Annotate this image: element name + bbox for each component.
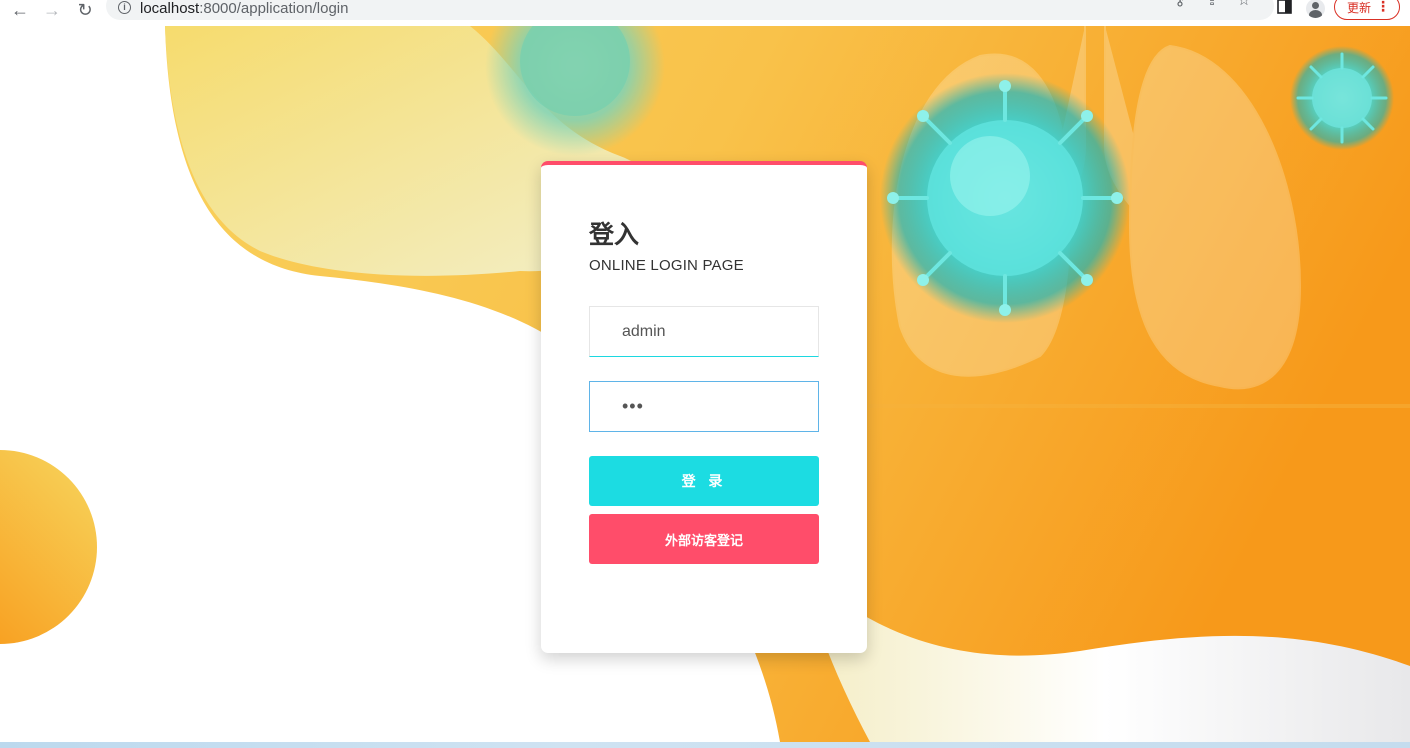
forward-arrow-icon[interactable]: → — [41, 0, 63, 20]
share-icon[interactable]: ⇪ — [1202, 0, 1222, 10]
back-arrow-icon[interactable]: ← — [9, 0, 31, 20]
site-info-icon[interactable]: i — [118, 1, 131, 14]
login-card: 登入 ONLINE LOGIN PAGE 登 录 外部访客登记 — [541, 161, 867, 653]
update-button[interactable]: 更新 ⋮ — [1334, 0, 1400, 20]
virus-large-icon — [880, 73, 1130, 323]
side-panel-icon[interactable] — [1274, 0, 1294, 17]
key-icon[interactable]: ⚷ — [1170, 0, 1190, 10]
virus-small-icon — [1290, 46, 1394, 150]
browser-toolbar: ← → ↻ i localhost:8000/application/login… — [0, 0, 1410, 26]
taskbar-strip — [0, 742, 1410, 748]
url-path: :8000/application/login — [199, 0, 349, 17]
reload-icon[interactable]: ↻ — [74, 0, 96, 20]
login-title: 登入 — [589, 220, 640, 249]
url-text[interactable]: localhost:8000/application/login — [140, 0, 349, 17]
username-input[interactable] — [589, 306, 819, 357]
menu-dots-icon: ⋮ — [1376, 0, 1390, 14]
visitor-register-button[interactable]: 外部访客登记 — [589, 514, 819, 564]
address-bar[interactable]: i localhost:8000/application/login ⚷ ⇪ ☆ — [106, 0, 1274, 20]
decor-circle — [0, 450, 97, 644]
profile-avatar-icon[interactable] — [1306, 0, 1325, 18]
bookmark-star-icon[interactable]: ☆ — [1234, 0, 1254, 10]
url-host: localhost — [140, 0, 200, 17]
password-input[interactable] — [589, 381, 819, 432]
login-subtitle: ONLINE LOGIN PAGE — [589, 257, 744, 274]
update-label: 更新 — [1347, 0, 1372, 15]
login-button[interactable]: 登 录 — [589, 456, 819, 506]
